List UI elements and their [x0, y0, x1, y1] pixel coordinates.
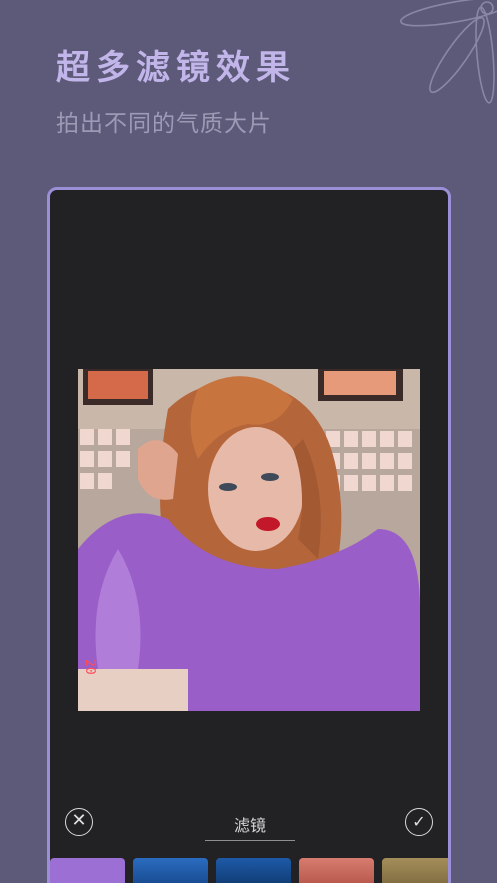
filter-thumb-blue[interactable] — [133, 858, 208, 883]
page-title: 超多滤镜效果 — [56, 48, 296, 88]
check-icon[interactable]: ✓ — [405, 808, 433, 836]
photo-date-stamp: 20 — [82, 659, 97, 675]
tab-underline — [205, 840, 295, 841]
page-subtitle: 拍出不同的气质大片 — [56, 111, 272, 137]
filter-thumb-sepia[interactable] — [382, 858, 448, 883]
filter-thumb-red-tree[interactable] — [299, 858, 374, 883]
filter-thumb-deep-blue[interactable] — [216, 858, 291, 883]
filter-strip — [50, 858, 448, 883]
phone-screen: 20 ✕ 滤镜 ✓ — [47, 187, 451, 883]
tab-filters[interactable]: 滤镜 — [205, 812, 295, 836]
flower-decoration-icon — [400, 0, 497, 104]
close-icon[interactable]: ✕ — [65, 808, 93, 836]
edited-photo: 20 — [78, 369, 420, 711]
filter-thumb-lavender[interactable] — [50, 858, 125, 883]
